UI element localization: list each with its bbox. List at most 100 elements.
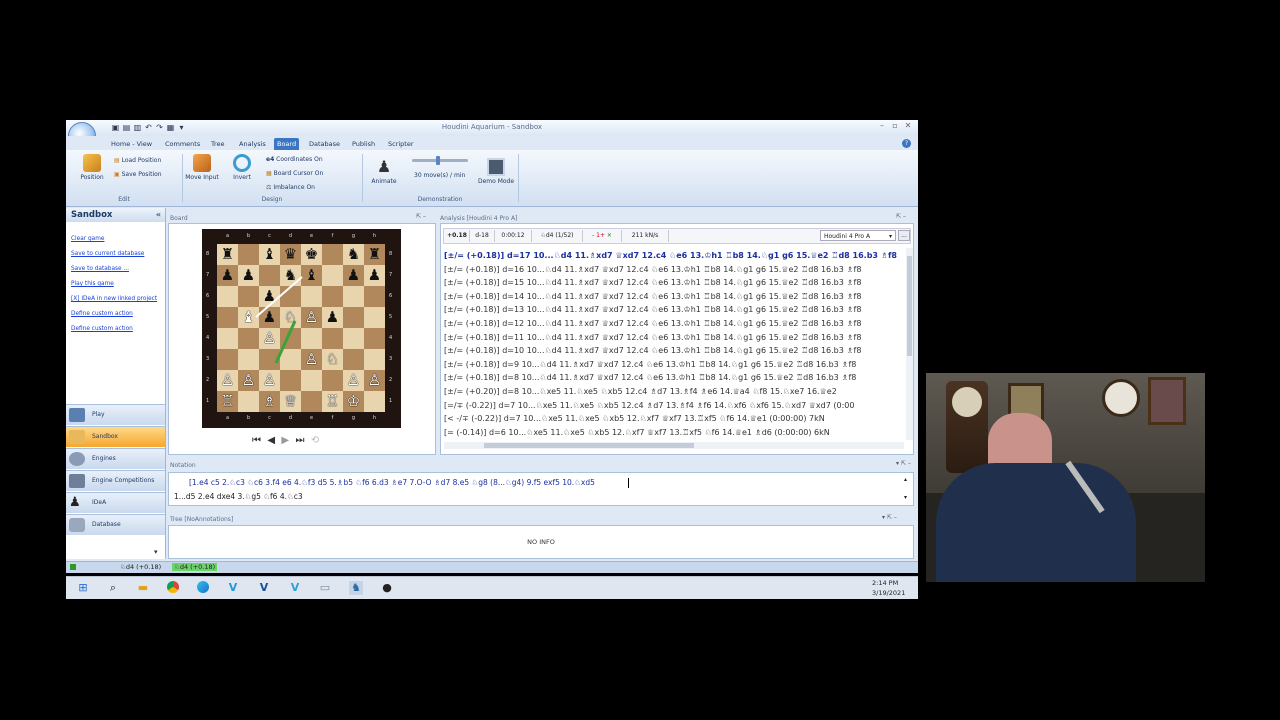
analysis-line[interactable]: [±/= (+0.18)] d=11 10...♘d4 11.♗xd7 ♕xd7… [444,333,902,342]
link-play-game[interactable]: Play this game [71,281,114,287]
link-clear-game[interactable]: Clear game [71,236,104,242]
last-move-icon[interactable]: ⏭ [295,435,304,446]
engine-select[interactable]: Houdini 4 Pro A ▾ [820,230,896,241]
tab-scripter[interactable]: Scripter [385,138,417,150]
sandbox-icon [69,430,85,444]
move-arrow-icon [255,276,303,364]
webcam-person-body [936,463,1136,582]
load-position-button[interactable]: ▤ Load Position [114,155,161,167]
group-label-edit: Edit [118,196,130,203]
flip-icon[interactable]: ⟲ [311,435,319,446]
analysis-line[interactable]: [±/= (+0.18)] d=17 10...♘d4 11.♗xd7 ♕xd7… [444,251,902,260]
analysis-scrollbar[interactable] [906,248,913,440]
invert-button[interactable]: Invert [224,154,260,181]
save-position-button[interactable]: ▣ Save Position [114,169,162,181]
group-label-demonstration: Demonstration [417,196,463,203]
ribbon: Position ▤ Load Position ▣ Save Position… [66,150,918,207]
link-save-current-db[interactable]: Save to current database [71,251,144,257]
link-save-to-db[interactable]: Save to database ... [71,266,129,272]
notation-scroll-up-icon[interactable]: ▴ [904,476,907,483]
notation-scroll-down-icon[interactable]: ▾ [904,494,907,501]
chess-board[interactable]: ♜ ♝ ♛ ♚ ♞ ♜ ♟ ♟ ♞ ♝ ♟ ♟ ♟ ♝ ♟ ♘ ♙ ♟ ♙ ♙ ♘ ♙ ♙ ♙ ♙ ♙ ♖ ♗ ♕ ♖ ♔ a a b b c c d d e… [202,229,401,428]
analysis-line[interactable]: [±/= (+0.18)] d=12 10...♘d4 11.♗xd7 ♕xd7… [444,319,902,328]
tree-controls-icon[interactable]: ▾ ⇱ – [882,514,897,521]
windows-start-icon[interactable]: ⊞ [76,581,90,595]
board-cursor-toggle[interactable]: ▦ Board Cursor On [266,168,323,180]
search-icon[interactable]: ⌕ [106,581,120,595]
link-idea-project[interactable]: [X] IDeA in new linked project [71,296,157,302]
analysis-line[interactable]: [< -/∓ (-0.22)] d=7 10...♘xe5 11.♘xe5 ♘x… [444,414,902,423]
app-v2-icon[interactable]: V [257,581,271,595]
previous-move-icon[interactable]: ◀ [267,435,275,446]
scrollbar-thumb[interactable] [907,256,912,356]
file-explorer-icon[interactable]: ▬ [136,581,150,595]
analysis-line[interactable]: [±/= (+0.18)] d=9 10...♘d4 11.♗xd7 ♕xd7 … [444,360,902,369]
panel-controls-icon[interactable]: ⇱ – [896,213,906,220]
move-input-button[interactable]: Move Input [182,154,222,181]
next-move-icon[interactable]: ▶ [281,435,289,446]
first-move-icon[interactable]: ⏮ [252,435,261,446]
tab-database[interactable]: Database [306,138,343,150]
ribbon-tabs: Home - View Comments Tree Analysis Board… [66,136,918,151]
imbalance-toggle[interactable]: ⚖ Imbalance On [266,182,315,194]
analysis-line[interactable]: [=/∓ (-0.22)] d=7 10...♘xe5 11.♘xe5 ♘xb5… [444,401,902,410]
app-v3-icon[interactable]: V [288,581,302,595]
analysis-line[interactable]: [±/= (+0.18)] d=13 10...♘d4 11.♗xd7 ♕xd7… [444,305,902,314]
tab-publish[interactable]: Publish [349,138,378,150]
analysis-line[interactable]: [= (-0.14)] d=6 10...♘xe5 11.♘xe5 ♘xb5 1… [444,428,902,437]
coordinates-toggle[interactable]: e4 Coordinates On [266,154,323,166]
nav-sandbox[interactable]: Sandbox [66,426,165,447]
h-scrollbar-thumb[interactable] [484,443,694,448]
collapse-icon[interactable]: « [156,208,161,222]
tab-tree[interactable]: Tree [208,138,228,150]
houdini-aquarium-icon[interactable]: ♞ [349,581,363,595]
speed-slider[interactable] [412,156,468,165]
tab-comments[interactable]: Comments [162,138,203,150]
pin-icon[interactable]: ⇱ – [416,213,426,220]
database-icon [69,518,85,532]
nav-engine-competitions[interactable]: Engine Competitions [66,470,165,491]
text-cursor [628,478,629,488]
link-define-action-2[interactable]: Define custom action [71,326,133,332]
notation-controls-icon[interactable]: ▾ ⇱ – [896,460,911,467]
chrome-icon[interactable] [166,581,180,595]
taskbar-clock: 2:14 PM [872,579,899,587]
nav-engines[interactable]: Engines [66,448,165,469]
notation-main-line[interactable]: [1.e4 c5 2.♘c3 ♘c6 3.f4 e6 4.♘f3 d5 5.♗b… [189,478,595,487]
close-line-icon[interactable]: ✕ [607,232,612,239]
position-button[interactable]: Position [72,154,112,181]
analysis-h-scrollbar[interactable] [444,442,904,449]
idea-icon: ♟ [69,495,81,510]
tab-board[interactable]: Board [274,138,300,150]
animate-button[interactable]: ♟ Animate [366,158,402,186]
move-input-icon [193,154,211,172]
help-icon[interactable]: ? [902,139,911,148]
analysis-line[interactable]: [±/= (+0.18)] d=14 10...♘d4 11.♗xd7 ♕xd7… [444,292,902,301]
maximize-icon[interactable]: ▫ [889,121,901,133]
scroll-down-icon[interactable]: ▾ [154,548,158,556]
analysis-line[interactable]: [±/= (+0.18)] d=15 10...♘d4 11.♗xd7 ♕xd7… [444,278,902,287]
edge-icon[interactable] [196,581,210,595]
app-v-icon[interactable]: V [226,581,240,595]
tab-analysis[interactable]: Analysis [236,138,269,150]
position-icon [83,154,101,172]
nav-idea[interactable]: ♟ IDeA [66,492,165,513]
obs-icon[interactable]: ● [380,581,394,595]
analysis-line[interactable]: [±/= (+0.18)] d=8 10...♘d4 11.♗xd7 ♕xd7 … [444,373,902,382]
analysis-line[interactable]: [±/= (+0.18)] d=10 10...♘d4 11.♗xd7 ♕xd7… [444,346,902,355]
slider-handle[interactable] [436,156,440,165]
engine-options-button[interactable]: ... [898,230,910,241]
app-window-icon[interactable]: ▭ [318,581,332,595]
speed-chip: 211 kN/s [622,230,669,242]
link-define-action[interactable]: Define custom action [71,311,133,317]
nav-play[interactable]: Play [66,404,165,425]
tab-home-view[interactable]: Home - View [108,138,155,150]
demo-mode-button[interactable]: Demo Mode [472,158,520,185]
nav-database[interactable]: Database [66,514,165,535]
move-chip: ♘d4 (1/52) [532,230,583,242]
close-icon[interactable]: ✕ [902,121,914,133]
analysis-line[interactable]: [±/= (+0.18)] d=16 10...♘d4 11.♗xd7 ♕xd7… [444,265,902,274]
minimize-icon[interactable]: – [876,121,888,133]
notation-variation[interactable]: 1...d5 2.e4 dxe4 3.♘g5 ♘f6 4.♘c3 [174,492,303,501]
analysis-line[interactable]: [±/= (+0.20)] d=8 10...♘xe5 11.♘xe5 ♘xb5… [444,387,902,396]
